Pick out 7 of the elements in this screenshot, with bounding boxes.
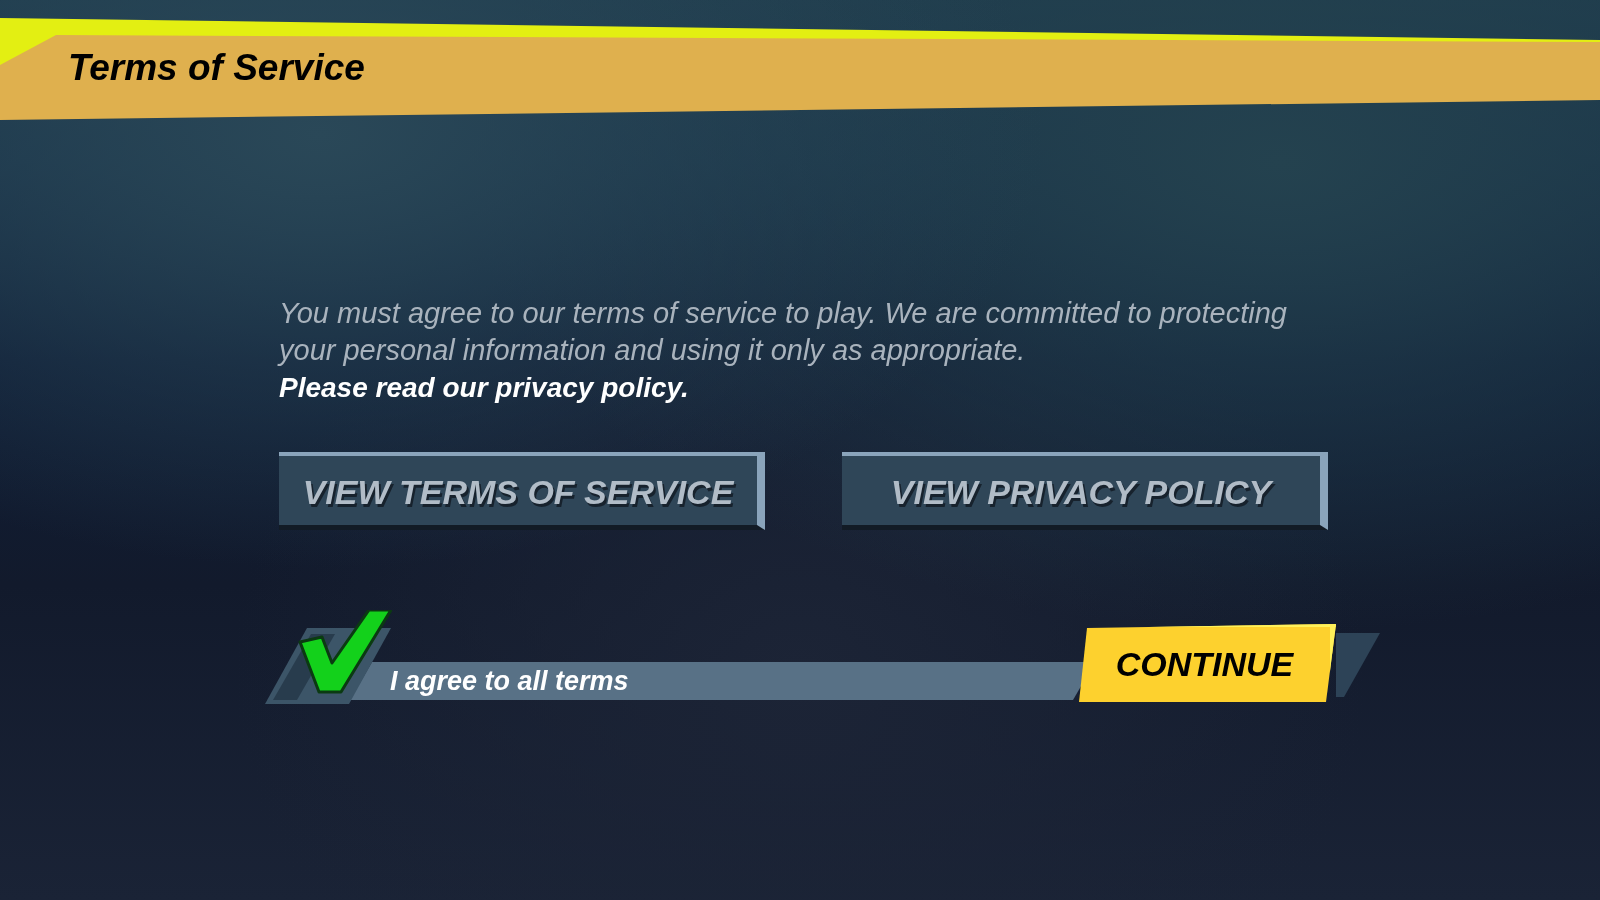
privacy-notice: Please read our privacy policy. bbox=[279, 371, 689, 405]
agreement-label: I agree to all terms bbox=[390, 667, 629, 695]
page-title: Terms of Service bbox=[68, 49, 365, 86]
continue-button[interactable]: CONTINUE bbox=[1079, 624, 1336, 702]
view-document-button[interactable]: VIEW TERMS OF SERVICE bbox=[279, 452, 765, 530]
notice-text: You must agree to our terms of service to play. We are committed to protecting your personal information and using it only as appropriate. bbox=[279, 296, 1288, 368]
view-document-button[interactable]: VIEW PRIVACY POLICY bbox=[842, 452, 1328, 530]
